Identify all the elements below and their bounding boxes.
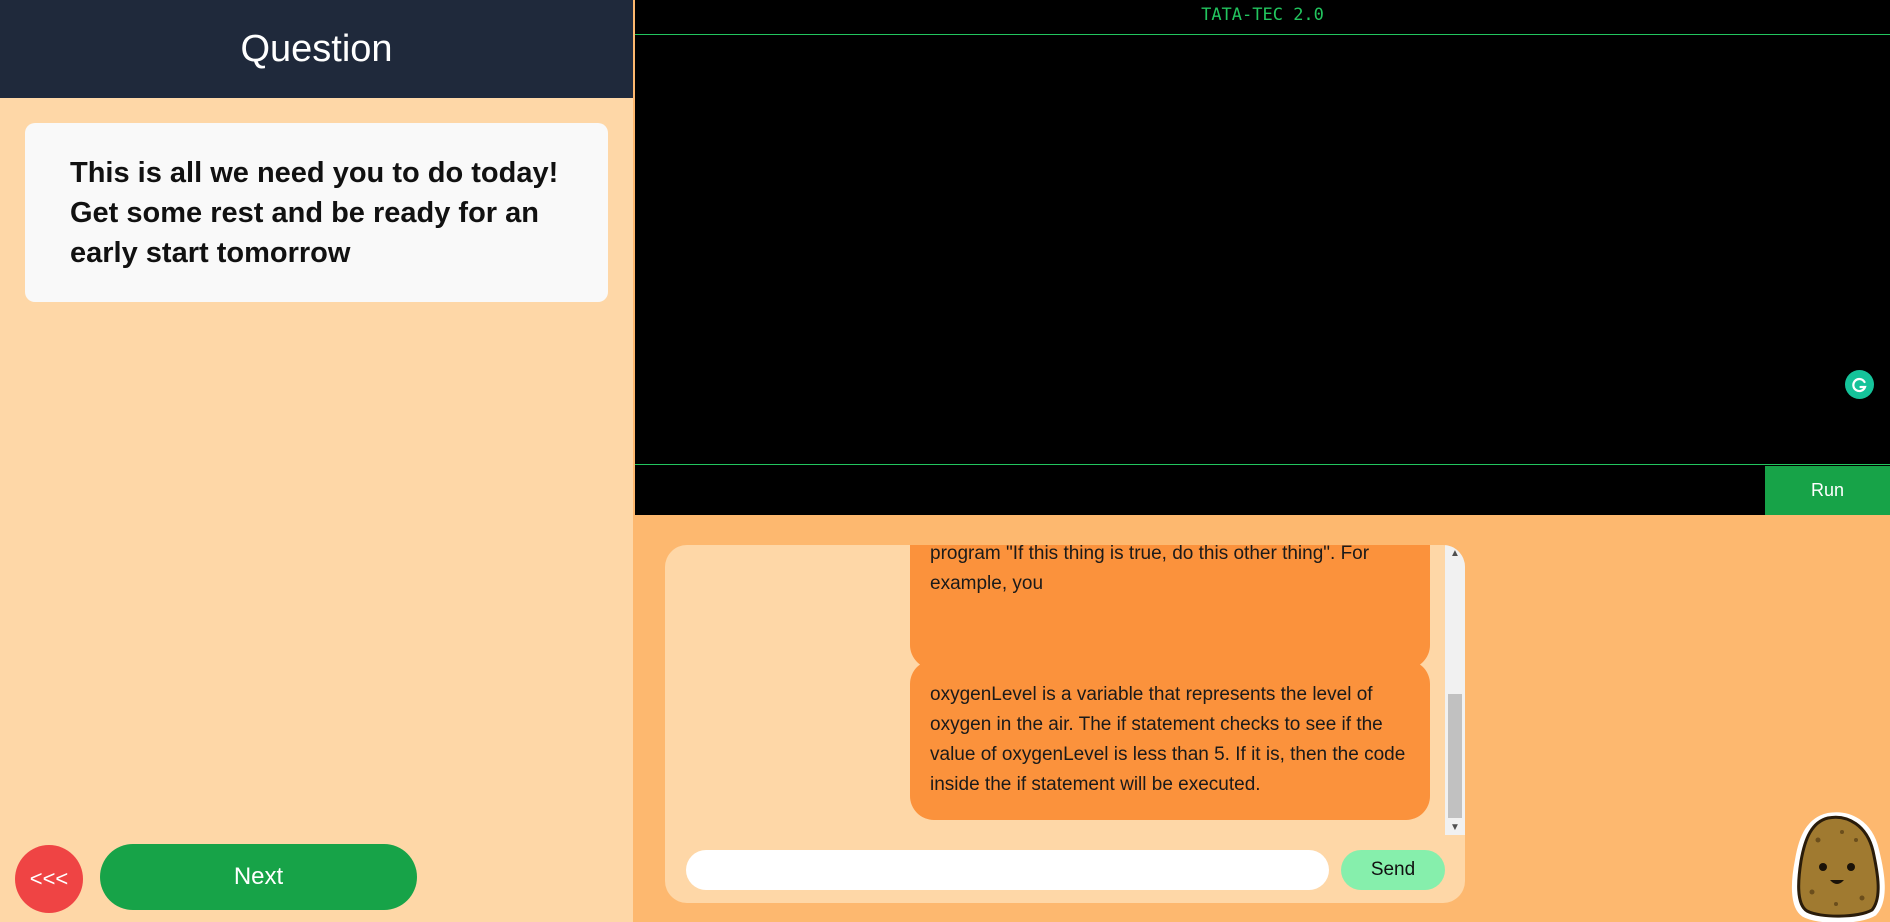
grammarly-icon[interactable] xyxy=(1845,370,1874,399)
chat-message-text: oxygenLevel is a variable that represent… xyxy=(930,684,1406,795)
scrollbar-thumb[interactable] xyxy=(1448,694,1462,818)
question-panel: Question This is all we need you to do t… xyxy=(0,0,633,922)
scroll-down-arrow-icon[interactable]: ▼ xyxy=(1445,819,1465,835)
chat-scrollbar[interactable]: ▲ ▼ xyxy=(1445,545,1465,835)
question-text: This is all we need you to do today! Get… xyxy=(70,157,559,269)
chat-input[interactable] xyxy=(686,850,1329,890)
scroll-up-arrow-icon[interactable]: ▲ xyxy=(1445,545,1465,561)
send-button[interactable]: Send xyxy=(1341,850,1445,890)
terminal: TATA-TEC 2.0 Run xyxy=(635,0,1890,515)
question-card: This is all we need you to do today! Get… xyxy=(25,123,608,302)
run-button[interactable]: Run xyxy=(1765,466,1890,515)
chat-messages[interactable]: program "If this thing is true, do this … xyxy=(665,545,1465,835)
page-title: Question xyxy=(240,27,393,70)
terminal-output[interactable] xyxy=(635,35,1890,465)
chat-panel: program "If this thing is true, do this … xyxy=(665,545,1465,903)
chat-message: program "If this thing is true, do this … xyxy=(910,545,1430,669)
terminal-input[interactable] xyxy=(635,466,1763,515)
chat-message-text: program "If this thing is true, do this … xyxy=(930,545,1370,594)
chat-message: oxygenLevel is a variable that represent… xyxy=(910,660,1430,820)
back-button[interactable]: <<< xyxy=(15,845,83,913)
terminal-title: TATA-TEC 2.0 xyxy=(635,0,1890,35)
question-header: Question xyxy=(0,0,633,98)
next-button[interactable]: Next xyxy=(100,844,417,910)
potato-mascot-icon[interactable] xyxy=(1788,810,1890,922)
